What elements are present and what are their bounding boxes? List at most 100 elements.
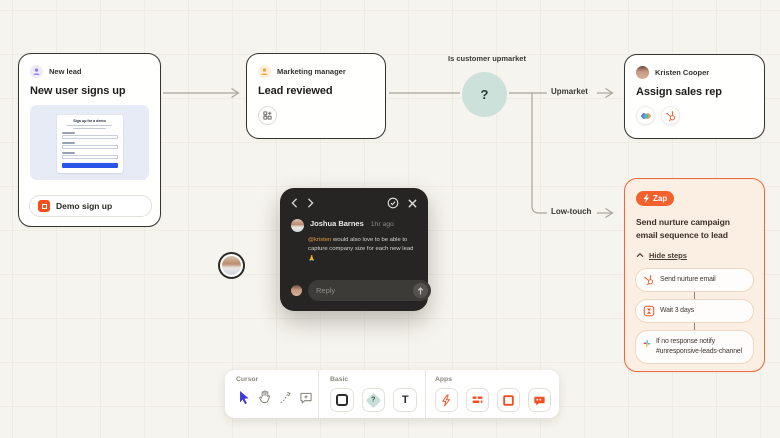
arrowhead-icon bbox=[231, 87, 240, 99]
form-subtitle-line bbox=[73, 127, 106, 130]
decision-node[interactable]: ? bbox=[462, 72, 507, 117]
decision-symbol: ? bbox=[480, 87, 489, 102]
step-connector bbox=[693, 322, 696, 330]
decision-diamond-tool[interactable]: ? bbox=[361, 388, 386, 412]
zap-badge: Zap bbox=[636, 191, 675, 206]
send-reply-button[interactable] bbox=[413, 283, 428, 298]
marketing-manager-avatar-icon bbox=[258, 65, 271, 78]
comment-popup: Joshua Barnes 1hr ago @kristen would als… bbox=[280, 188, 431, 311]
form-field-label bbox=[61, 131, 75, 134]
zapier-tables-icon bbox=[472, 395, 483, 403]
add-app-icon bbox=[263, 111, 272, 120]
kristen-avatar bbox=[636, 66, 649, 79]
demo-sign-up-button[interactable]: Demo sign up bbox=[29, 195, 152, 217]
joshua-avatar bbox=[291, 219, 304, 232]
select-cursor-tool[interactable] bbox=[236, 388, 253, 406]
zapier-chatbots-icon bbox=[534, 396, 545, 405]
connector-tool[interactable] bbox=[277, 388, 294, 406]
decision-diamond-icon: ? bbox=[365, 392, 382, 408]
zapier-zap-icon bbox=[442, 394, 450, 406]
comment-body: @kristen would also love to be able to c… bbox=[308, 236, 418, 264]
node-title: New user signs up bbox=[30, 85, 126, 97]
node-new-user-signs-up[interactable]: New lead New user signs up Sign up for a… bbox=[18, 53, 161, 227]
node-lead-reviewed[interactable]: Marketing manager Lead reviewed bbox=[246, 53, 386, 139]
form-submit-button bbox=[61, 162, 118, 168]
reply-input[interactable] bbox=[316, 286, 413, 295]
connector-curve-icon bbox=[280, 391, 291, 403]
demo-sign-up-label: Demo sign up bbox=[56, 201, 113, 211]
cursor-arrow-icon bbox=[239, 390, 249, 404]
app-icon-button[interactable] bbox=[661, 106, 680, 125]
form-title: Sign up for a demo bbox=[73, 119, 106, 123]
toolbar-section-label: Cursor bbox=[236, 376, 259, 383]
square-icon bbox=[335, 394, 348, 406]
current-user-avatar bbox=[291, 285, 302, 296]
reply-input-box[interactable] bbox=[308, 280, 431, 301]
node-zap-nurture-sequence[interactable]: Zap Send nurture campaign email sequence… bbox=[624, 178, 765, 372]
toolbar-section-label: Apps bbox=[435, 376, 452, 383]
canvas-toolbar: Cursor Basic ? T Apps bbox=[225, 370, 559, 418]
arrowhead-icon bbox=[605, 87, 614, 99]
form-field-label bbox=[61, 141, 75, 144]
zap-step-wait-3-days[interactable]: Wait 3 days bbox=[635, 298, 754, 323]
step-connector bbox=[693, 291, 696, 299]
next-comment-button[interactable] bbox=[307, 198, 314, 208]
zap-step-send-nurture-email[interactable]: Send nurture email bbox=[635, 267, 754, 292]
arrowhead-icon bbox=[605, 207, 614, 219]
form-subtitle-line bbox=[67, 124, 112, 127]
node-assign-sales-rep[interactable]: Kristen Cooper Assign sales rep bbox=[624, 54, 765, 139]
resolve-comment-button[interactable] bbox=[387, 197, 399, 209]
step-label: If no response notify #unresponsive-lead… bbox=[655, 337, 742, 355]
text-tool[interactable]: T bbox=[393, 388, 418, 412]
decision-question-label: Is customer upmarket bbox=[448, 54, 526, 63]
tables-app-tool[interactable] bbox=[466, 388, 489, 412]
chatbots-app-tool[interactable] bbox=[528, 388, 551, 412]
form-field-input bbox=[61, 134, 118, 140]
step-label: Send nurture email bbox=[660, 275, 716, 283]
node-role-label: Kristen Cooper bbox=[655, 68, 710, 77]
hide-steps-label: Hide steps bbox=[649, 250, 687, 260]
app-icon-button[interactable] bbox=[636, 106, 655, 125]
hubspot-icon bbox=[644, 274, 654, 285]
node-title: Assign sales rep bbox=[636, 86, 722, 98]
branch-label-upmarket: Upmarket bbox=[551, 87, 588, 96]
hand-icon bbox=[259, 390, 271, 404]
text-tool-icon: T bbox=[401, 394, 409, 406]
zap-app-tool[interactable] bbox=[435, 388, 458, 412]
step-label: Wait 3 days bbox=[660, 306, 695, 314]
form-field-input bbox=[61, 154, 118, 160]
chevron-left-icon bbox=[291, 198, 298, 208]
form-field-label bbox=[61, 151, 75, 154]
add-comment-tool[interactable] bbox=[298, 388, 315, 406]
shape-square-tool[interactable] bbox=[330, 388, 354, 412]
zap-steps-list: Send nurture email Wait 3 days If no res bbox=[635, 267, 754, 364]
zap-bolt-icon bbox=[643, 194, 650, 203]
node-role-label: Marketing manager bbox=[277, 67, 346, 76]
prev-comment-button[interactable] bbox=[291, 198, 298, 208]
demo-app-icon bbox=[38, 200, 50, 212]
mention-kristen[interactable]: @kristen bbox=[308, 237, 331, 243]
zapier-interfaces-icon bbox=[503, 394, 514, 406]
new-lead-avatar-icon bbox=[30, 65, 43, 78]
signup-form-card: Sign up for a demo bbox=[56, 115, 123, 173]
zap-badge-label: Zap bbox=[653, 194, 668, 203]
comment-timestamp: 1hr ago bbox=[370, 221, 394, 228]
chevron-up-icon bbox=[636, 252, 644, 258]
comment-plus-icon bbox=[300, 392, 312, 403]
form-field-input bbox=[61, 144, 118, 150]
close-icon bbox=[408, 198, 417, 208]
node-role-label: New lead bbox=[49, 67, 82, 76]
branch-label-low-touch: Low-touch bbox=[551, 207, 592, 216]
close-popup-button[interactable] bbox=[408, 198, 417, 208]
workflow-canvas[interactable]: New lead New user signs up Sign up for a… bbox=[0, 0, 780, 438]
arrow-up-icon bbox=[417, 286, 424, 294]
pan-hand-tool[interactable] bbox=[257, 388, 274, 406]
zap-step-notify-channel[interactable]: If no response notify #unresponsive-lead… bbox=[635, 329, 754, 364]
comment-pin[interactable] bbox=[218, 252, 245, 279]
edge-decision-to-lowtouch bbox=[531, 93, 547, 214]
interfaces-app-tool[interactable] bbox=[497, 388, 520, 412]
signup-form-preview: Sign up for a demo bbox=[30, 105, 149, 180]
zap-title: Send nurture campaign email sequence to … bbox=[636, 217, 730, 241]
add-app-button[interactable] bbox=[258, 106, 277, 125]
hide-steps-toggle[interactable]: Hide steps bbox=[636, 251, 753, 260]
